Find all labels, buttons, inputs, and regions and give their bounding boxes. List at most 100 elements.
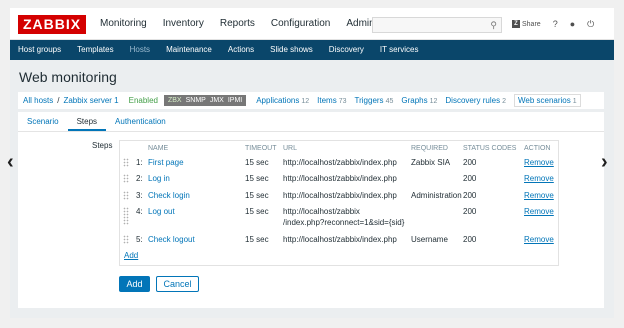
steps-table: NAME TIMEOUT URL REQUIRED STATUS CODES A… [119, 140, 559, 266]
subnav-maintenance[interactable]: Maintenance [158, 40, 220, 60]
step-name-link[interactable]: First page [148, 158, 184, 167]
top-header: ZABBIX Monitoring Inventory Reports Conf… [10, 8, 614, 40]
zabbix-logo[interactable]: ZABBIX [18, 15, 86, 34]
step-status-codes: 200 [463, 235, 477, 244]
step-number: 4: [136, 207, 143, 216]
share-label: Share [522, 20, 541, 28]
step-url: http://localhost/zabbix/index.php [283, 235, 397, 244]
drag-handle-icon[interactable] [123, 174, 129, 183]
sub-nav: Host groups Templates Hosts Maintenance … [10, 40, 614, 60]
col-action: ACTION [524, 145, 551, 152]
power-icon[interactable]: ⏻ [587, 19, 594, 30]
step-required: Zabbix SIA [411, 158, 451, 167]
tab-scenario[interactable]: Scenario [18, 112, 68, 131]
drag-handle-icon[interactable] [123, 235, 129, 244]
step-status-codes: 200 [463, 207, 477, 216]
subnav-actions[interactable]: Actions [220, 40, 262, 60]
add-button[interactable]: Add [119, 276, 150, 292]
step-required: Administration [411, 191, 462, 200]
col-status-codes: STATUS CODES [463, 145, 517, 152]
help-icon[interactable]: ? [553, 19, 558, 29]
step-url: http://localhost/zabbix/index.php [283, 174, 397, 183]
main-content: Web monitoring All hosts / Zabbix server… [10, 60, 614, 318]
step-remove-button[interactable]: Remove [524, 235, 554, 244]
crumb-triggers-label: Triggers [354, 96, 384, 105]
crumb-host[interactable]: Zabbix server 1 [63, 96, 118, 105]
crumb-graphs[interactable]: Graphs 12 [401, 96, 437, 105]
crumb-triggers[interactable]: Triggers 45 [355, 96, 394, 105]
crumb-all-hosts[interactable]: All hosts [23, 96, 53, 105]
subnav-discovery[interactable]: Discovery [321, 40, 372, 60]
host-status-enabled[interactable]: Enabled [129, 96, 158, 105]
subnav-hosts[interactable]: Hosts [122, 40, 158, 60]
tag-ipmi: IPMI [227, 97, 243, 104]
col-timeout: TIMEOUT [245, 145, 277, 152]
step-remove-button[interactable]: Remove [524, 207, 554, 216]
tab-authentication[interactable]: Authentication [106, 112, 175, 131]
user-icon[interactable]: ● [570, 19, 575, 29]
form-tabs: Scenario Steps Authentication [18, 112, 604, 132]
step-remove-button[interactable]: Remove [524, 191, 554, 200]
page-title: Web monitoring [19, 69, 117, 85]
drag-handle-icon[interactable] [123, 158, 129, 167]
step-remove-button[interactable]: Remove [524, 158, 554, 167]
step-url: http://localhost/zabbix/index.php [283, 158, 397, 167]
crumb-applications[interactable]: Applications 12 [256, 96, 309, 105]
chevron-right-icon[interactable]: › [601, 152, 608, 172]
tag-snmp: SNMP [185, 97, 206, 104]
crumb-discovery-rules-label: Discovery rules [445, 96, 501, 105]
crumb-items[interactable]: Items 73 [317, 96, 346, 105]
step-timeout: 15 sec [245, 174, 269, 183]
subnav-slide-shows[interactable]: Slide shows [262, 40, 321, 60]
step-timeout: 15 sec [245, 191, 269, 200]
chevron-left-icon[interactable]: ‹ [7, 152, 14, 172]
step-url-continued: /index.php?reconnect=1&sid={sid} [283, 218, 405, 227]
crumb-web-scenarios-count: 1 [572, 98, 577, 105]
drag-handle-icon[interactable] [123, 207, 129, 216]
step-name-link[interactable]: Log in [148, 174, 170, 183]
crumb-separator: / [57, 96, 60, 105]
nav-inventory[interactable]: Inventory [155, 8, 212, 40]
availability-tags: ZBX SNMP JMX IPMI [163, 95, 247, 106]
step-name-link[interactable]: Check logout [148, 235, 195, 244]
subnav-templates[interactable]: Templates [69, 40, 121, 60]
app-frame: ZABBIX Monitoring Inventory Reports Conf… [0, 0, 624, 328]
step-required: Username [411, 235, 448, 244]
crumb-web-scenarios-label: Web scenarios [517, 96, 571, 105]
nav-monitoring[interactable]: Monitoring [92, 8, 155, 40]
search-icon[interactable]: ⚲ [490, 20, 497, 31]
step-name-link[interactable]: Check login [148, 191, 190, 200]
step-remove-button[interactable]: Remove [524, 174, 554, 183]
step-number: 1: [136, 158, 143, 167]
tab-steps[interactable]: Steps [67, 112, 107, 131]
crumb-graphs-label: Graphs [401, 96, 428, 105]
cancel-button[interactable]: Cancel [156, 276, 199, 292]
share-icon: Z [512, 20, 520, 28]
col-required: REQUIRED [411, 145, 448, 152]
step-status-codes: 200 [463, 174, 477, 183]
subnav-host-groups[interactable]: Host groups [10, 40, 69, 60]
crumb-discovery-rules[interactable]: Discovery rules 2 [445, 96, 506, 105]
drag-handle-icon[interactable] [123, 216, 129, 225]
step-timeout: 15 sec [245, 235, 269, 244]
subnav-it-services[interactable]: IT services [372, 40, 427, 60]
breadcrumb: All hosts / Zabbix server 1 Enabled ZBX … [18, 92, 604, 109]
step-timeout: 15 sec [245, 207, 269, 216]
add-step-link[interactable]: Add [124, 251, 138, 260]
nav-configuration[interactable]: Configuration [263, 8, 338, 40]
col-url: URL [283, 145, 298, 152]
crumb-applications-label: Applications [256, 96, 300, 105]
drag-handle-icon[interactable] [123, 191, 129, 200]
crumb-items-label: Items [317, 96, 337, 105]
main-nav: Monitoring Inventory Reports Configurati… [92, 8, 404, 40]
tag-jmx: JMX [209, 97, 224, 104]
step-url: http://localhost/zabbix [283, 207, 360, 216]
crumb-web-scenarios[interactable]: Web scenarios 1 [513, 94, 581, 107]
step-number: 5: [136, 235, 143, 244]
nav-reports[interactable]: Reports [212, 8, 263, 40]
search-input[interactable]: ⚲ [372, 17, 502, 33]
step-url: http://localhost/zabbix/index.php [283, 191, 397, 200]
share-button[interactable]: Z Share [512, 20, 541, 28]
steps-field-label: Steps [92, 141, 113, 150]
step-name-link[interactable]: Log out [148, 207, 175, 216]
